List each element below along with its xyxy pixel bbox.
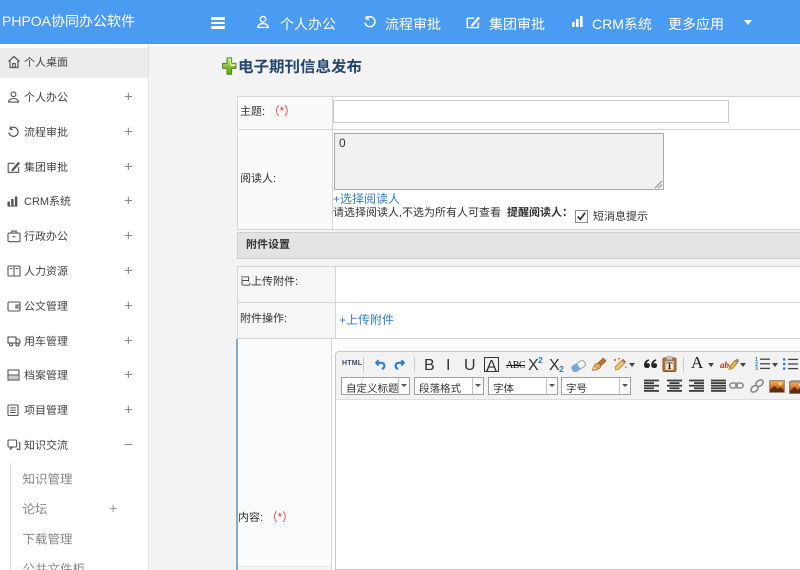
svg-text:T: T: [666, 361, 672, 371]
svg-text:ab: ab: [720, 360, 730, 370]
svg-text:3: 3: [755, 367, 758, 370]
